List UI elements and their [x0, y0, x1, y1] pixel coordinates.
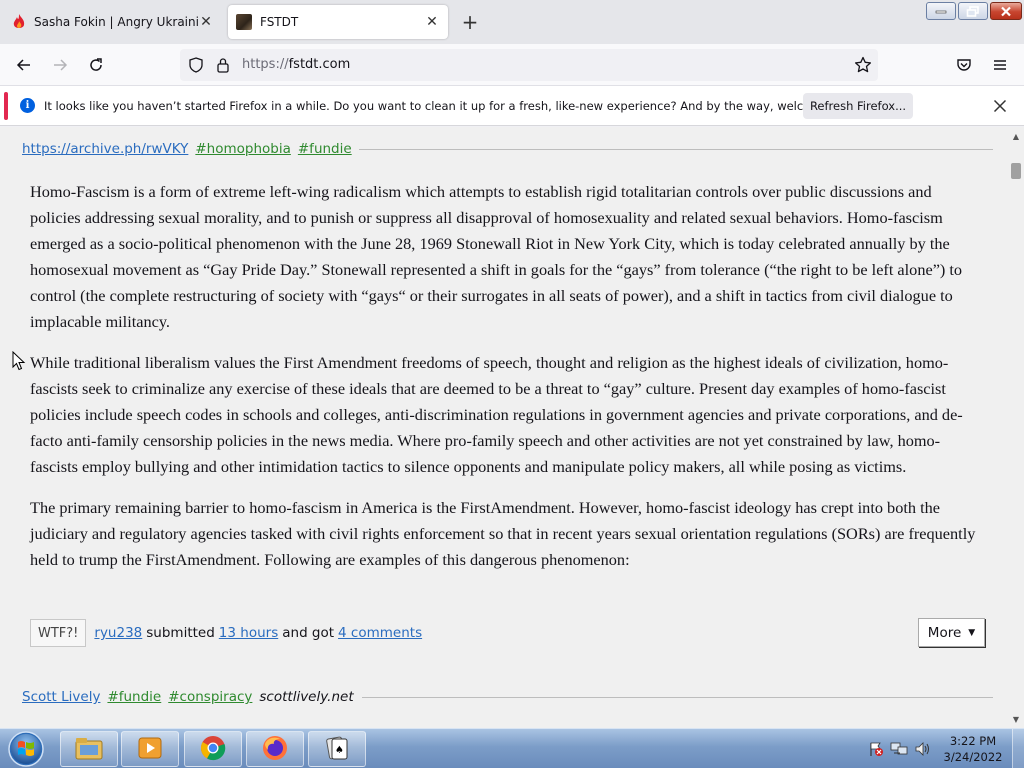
- caret-down-icon: ▼: [968, 627, 976, 638]
- divider: [361, 696, 993, 698]
- vertical-scrollbar[interactable]: ▲ ▼: [1008, 127, 1024, 728]
- show-desktop-button[interactable]: [1012, 729, 1024, 768]
- pocket-icon[interactable]: [952, 53, 976, 77]
- tab-fstdt[interactable]: FSTDT ✕: [228, 5, 448, 39]
- tag-link[interactable]: #homophobia: [195, 141, 291, 157]
- svg-text:♠: ♠: [335, 745, 344, 756]
- chrome-icon: [199, 734, 227, 765]
- taskbar-solitaire[interactable]: ♠: [308, 731, 366, 767]
- close-icon[interactable]: ✕: [424, 14, 440, 30]
- post-paragraph: Homo-Fascism is a form of extreme left-w…: [30, 182, 963, 331]
- taskbar-firefox[interactable]: [246, 731, 304, 767]
- tab-title: FSTDT: [260, 15, 299, 29]
- forward-icon[interactable]: [48, 53, 72, 77]
- close-icon[interactable]: [990, 96, 1010, 116]
- navigation-toolbar: https://fstdt.com: [0, 44, 1024, 86]
- notification-accent: [4, 92, 8, 120]
- scrollbar-thumb[interactable]: [1011, 163, 1021, 179]
- post-paragraph: While traditional liberalism values the …: [30, 353, 963, 476]
- tab-title: Sasha Fokin | Angry Ukrainian K...: [34, 15, 198, 29]
- post-body: Homo-Fascism is a form of extreme left-w…: [30, 179, 985, 588]
- tag-link[interactable]: #fundie: [107, 689, 161, 705]
- shield-icon[interactable]: [188, 57, 204, 76]
- close-icon[interactable]: ✕: [198, 14, 214, 30]
- source-link[interactable]: https://archive.ph/rwVKY: [22, 141, 188, 157]
- scroll-up-icon[interactable]: ▲: [1011, 131, 1021, 141]
- tab-strip: Sasha Fokin | Angry Ukrainian K... ✕ FST…: [0, 0, 1024, 44]
- post-paragraph: The primary remaining barrier to homo-fa…: [30, 498, 976, 569]
- source-site: scottlively.net: [259, 689, 354, 705]
- new-tab-button[interactable]: +: [458, 10, 482, 34]
- media-player-icon: [136, 735, 164, 764]
- url-host: fstdt.com: [288, 57, 351, 72]
- fstdt-favicon-icon: [236, 14, 252, 30]
- time-link[interactable]: 13 hours: [219, 625, 278, 641]
- refresh-firefox-button[interactable]: Refresh Firefox...: [803, 93, 913, 119]
- firefox-icon: [261, 734, 289, 765]
- comments-link[interactable]: 4 comments: [338, 625, 422, 641]
- address-bar[interactable]: https://fstdt.com: [180, 49, 878, 81]
- next-post-meta-row: Scott Lively #fundie #conspiracy scottli…: [22, 687, 993, 707]
- more-label: More: [927, 624, 962, 641]
- taskbar-chrome[interactable]: [184, 731, 242, 767]
- notification-message: It looks like you haven’t started Firefo…: [44, 99, 865, 113]
- page-content: https://archive.ph/rwVKY #homophobia #fu…: [0, 127, 1008, 728]
- info-icon: i: [20, 98, 35, 113]
- menu-icon[interactable]: [988, 53, 1012, 77]
- window-restore-button[interactable]: [958, 2, 988, 20]
- bookmark-star-icon[interactable]: [854, 56, 872, 77]
- more-button[interactable]: More ▼: [918, 618, 985, 647]
- lock-icon[interactable]: [216, 57, 230, 76]
- taskbar-media-player[interactable]: [121, 731, 179, 767]
- post-footer: WTF?! ryu238 submitted 13 hours and got …: [30, 618, 985, 648]
- network-icon[interactable]: [890, 741, 908, 760]
- mouse-cursor-icon: [12, 351, 26, 371]
- folder-icon: [74, 735, 104, 764]
- scroll-down-icon[interactable]: ▼: [1011, 714, 1021, 724]
- divider: [358, 148, 993, 150]
- system-clock[interactable]: 3:22 PM 3/24/2022: [937, 733, 1009, 765]
- submitted-text: submitted: [146, 625, 215, 641]
- back-icon[interactable]: [12, 53, 36, 77]
- taskbar-explorer[interactable]: [60, 731, 118, 767]
- windows-taskbar: ♠ 3:22 PM 3/24/2022: [0, 728, 1024, 768]
- notification-bar: i It looks like you haven’t started Fire…: [0, 86, 1024, 126]
- window-minimize-button[interactable]: [926, 2, 956, 20]
- playing-cards-icon: ♠: [323, 734, 351, 765]
- submitter-link[interactable]: ryu238: [94, 625, 142, 641]
- wtf-reaction-button[interactable]: WTF?!: [30, 619, 87, 647]
- fire-icon: [12, 14, 26, 30]
- author-link[interactable]: Scott Lively: [22, 689, 100, 705]
- url-scheme: https://: [242, 57, 289, 72]
- and-got-text: and got: [282, 625, 335, 641]
- url-text[interactable]: https://fstdt.com: [242, 57, 350, 72]
- reload-icon[interactable]: [84, 53, 108, 77]
- tag-link[interactable]: #fundie: [298, 141, 352, 157]
- tab-sasha-fokin[interactable]: Sasha Fokin | Angry Ukrainian K... ✕: [4, 5, 222, 39]
- tag-link[interactable]: #conspiracy: [168, 689, 252, 705]
- clock-time: 3:22 PM: [949, 734, 997, 748]
- action-center-flag-icon[interactable]: [868, 741, 884, 760]
- start-button[interactable]: [4, 730, 48, 768]
- clock-date: 3/24/2022: [943, 750, 1003, 764]
- window-close-button[interactable]: [990, 2, 1022, 20]
- post-meta-row: https://archive.ph/rwVKY #homophobia #fu…: [22, 139, 993, 159]
- volume-icon[interactable]: [914, 741, 932, 760]
